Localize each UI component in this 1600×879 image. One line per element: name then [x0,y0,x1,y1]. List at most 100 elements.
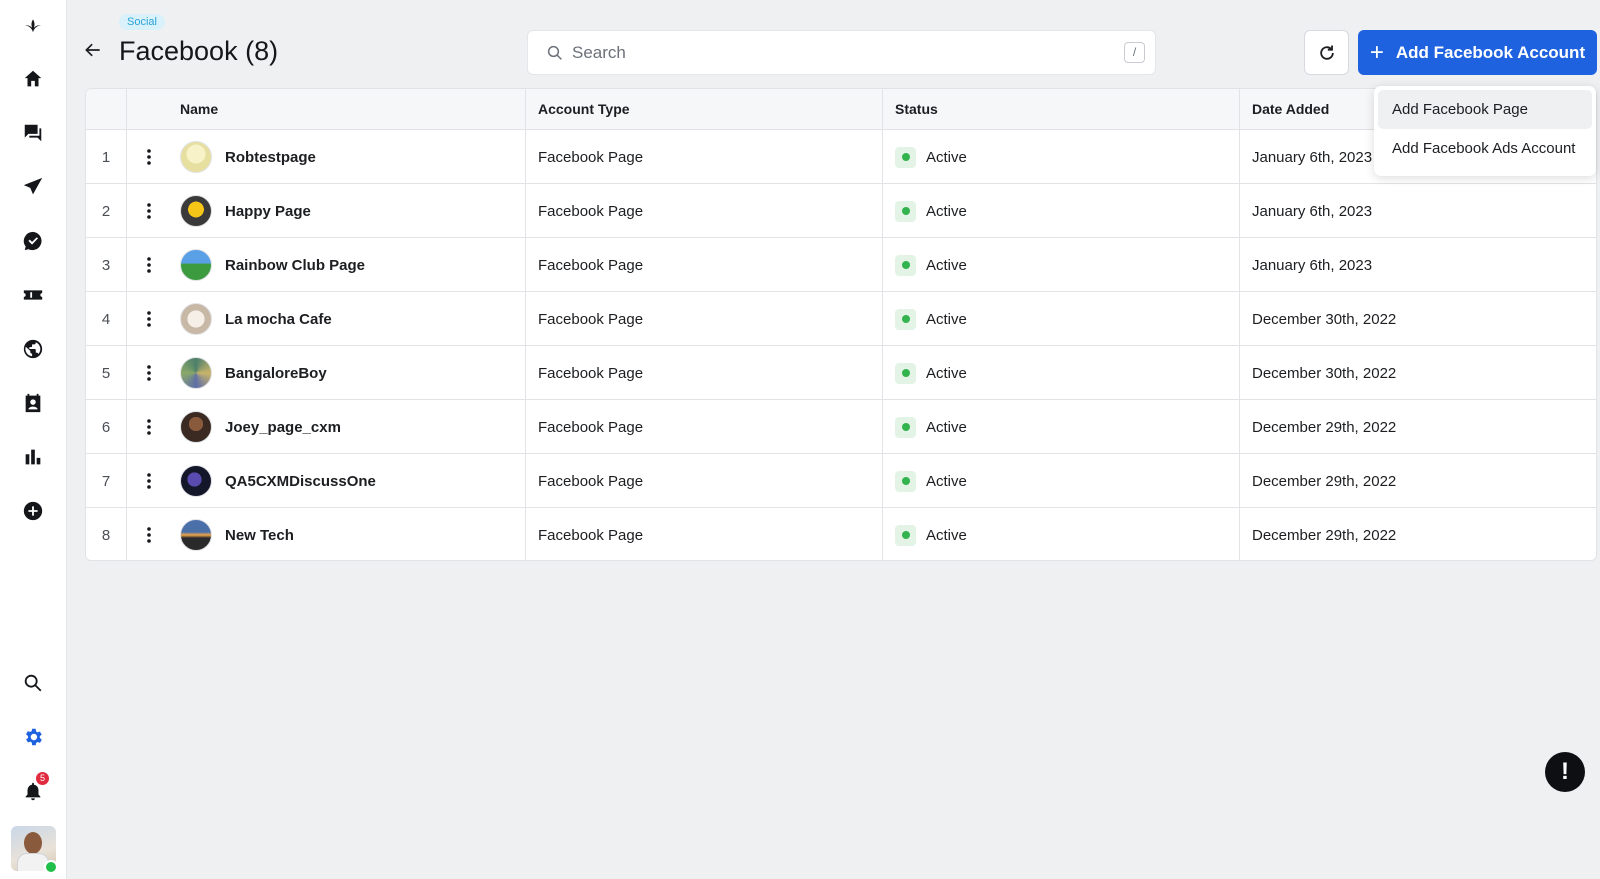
refresh-button[interactable] [1304,30,1349,75]
row-index: 8 [101,526,111,544]
date-added: December 29th, 2022 [1252,418,1397,436]
account-name[interactable]: Joey_page_cxm [180,400,341,454]
sidebar: 5 [0,0,67,879]
account-status: Active [895,400,967,454]
row-menu-button[interactable] [126,292,171,346]
table-row[interactable]: 4 La mocha Cafe Facebook Page Active Decembe… [86,292,1596,346]
account-name[interactable]: Rainbow Club Page [180,238,365,292]
search-box[interactable]: / [527,30,1156,75]
account-status: Active [895,130,967,184]
table-row[interactable]: 2 Happy Page Facebook Page Active January 6t… [86,184,1596,238]
chat-icon[interactable] [18,118,48,148]
notification-badge: 5 [36,772,49,785]
account-status: Active [895,292,967,346]
help-button[interactable]: ! [1545,752,1585,792]
search-icon [547,45,562,60]
logo-icon[interactable] [18,10,48,40]
date-added: January 6th, 2023 [1252,202,1373,220]
add-facebook-ads-account-option[interactable]: Add Facebook Ads Account [1378,129,1592,168]
account-type: Facebook Page [538,256,644,274]
arrow-left-icon [85,43,100,57]
status-label: Active [926,472,967,490]
back-button[interactable] [83,40,105,62]
status-label: Active [926,256,967,274]
status-label: Active [926,148,967,166]
plus-icon: + [1369,38,1384,66]
more-vertical-icon [146,311,151,327]
send-icon[interactable] [18,172,48,202]
more-vertical-icon [146,365,151,381]
column-header-status[interactable]: Status [895,89,938,130]
row-menu-button[interactable] [126,346,171,400]
bell-icon[interactable]: 5 [18,772,49,806]
add-facebook-page-option[interactable]: Add Facebook Page [1378,90,1592,129]
accounts-table: Name Account Type Status Date Added 1 Rob… [85,88,1597,561]
status-active-icon [895,308,916,330]
row-menu-button[interactable] [126,130,171,184]
account-name[interactable]: New Tech [180,508,294,560]
account-type: Facebook Page [538,148,644,166]
status-label: Active [926,418,967,436]
status-active-icon [895,254,916,276]
account-name[interactable]: La mocha Cafe [180,292,332,346]
search-shortcut-key: / [1124,42,1145,63]
gear-icon[interactable] [18,722,48,752]
account-type: Facebook Page [538,418,644,436]
column-header-date-added[interactable]: Date Added [1252,89,1329,130]
add-facebook-account-button[interactable]: + Add Facebook Account [1358,30,1597,75]
account-status: Active [895,346,967,400]
page-avatar [180,195,212,227]
ticket-icon[interactable] [18,280,48,310]
table-row[interactable]: 7 QA5CXMDiscussOne Facebook Page Active Dece… [86,454,1596,508]
online-status-dot [44,860,58,874]
home-icon[interactable] [18,64,48,94]
account-name[interactable]: Happy Page [180,184,311,238]
date-added: December 30th, 2022 [1252,310,1397,328]
table-row[interactable]: 6 Joey_page_cxm Facebook Page Active Decembe… [86,400,1596,454]
row-menu-button[interactable] [126,238,171,292]
contacts-icon[interactable] [18,388,48,418]
account-type: Facebook Page [538,472,644,490]
more-vertical-icon [146,149,151,165]
globe-icon[interactable] [18,334,48,364]
account-name[interactable]: BangaloreBoy [180,346,327,400]
column-header-name[interactable]: Name [180,89,218,130]
search-icon[interactable] [18,668,48,698]
row-menu-button[interactable] [126,400,171,454]
account-type: Facebook Page [538,310,644,328]
account-name-label: La mocha Cafe [225,310,332,328]
status-active-icon [895,362,916,384]
account-status: Active [895,508,967,560]
table-row[interactable]: 3 Rainbow Club Page Facebook Page Active Jan… [86,238,1596,292]
search-input[interactable] [572,42,1112,63]
account-name[interactable]: QA5CXMDiscussOne [180,454,376,508]
table-row[interactable]: 5 BangaloreBoy Facebook Page Active December… [86,346,1596,400]
account-name[interactable]: Robtestpage [180,130,316,184]
page-avatar [180,303,212,335]
page-avatar [180,411,212,443]
date-added: December 29th, 2022 [1252,526,1397,544]
section-tag: Social [119,14,165,30]
add-account-dropdown: Add Facebook Page Add Facebook Ads Accou… [1374,86,1596,176]
row-index: 6 [101,418,111,436]
row-index: 3 [101,256,111,274]
refresh-icon [1319,45,1334,60]
bar-chart-icon[interactable] [18,442,48,472]
table-row[interactable]: 1 Robtestpage Facebook Page Active January 6… [86,130,1596,184]
messenger-icon[interactable] [18,226,48,256]
row-menu-button[interactable] [126,454,171,508]
page-avatar [180,141,212,173]
account-name-label: Joey_page_cxm [225,418,341,436]
status-label: Active [926,310,967,328]
add-circle-icon[interactable] [18,496,48,526]
date-added: December 29th, 2022 [1252,472,1397,490]
page-avatar [180,465,212,497]
table-row[interactable]: 8 New Tech Facebook Page Active December 29t… [86,508,1596,560]
row-menu-button[interactable] [126,184,171,238]
account-name-label: BangaloreBoy [225,364,327,382]
account-status: Active [895,184,967,238]
date-added: January 6th, 2023 [1252,256,1373,274]
row-menu-button[interactable] [126,508,171,560]
column-header-account-type[interactable]: Account Type [538,89,630,130]
row-index: 7 [101,472,111,490]
